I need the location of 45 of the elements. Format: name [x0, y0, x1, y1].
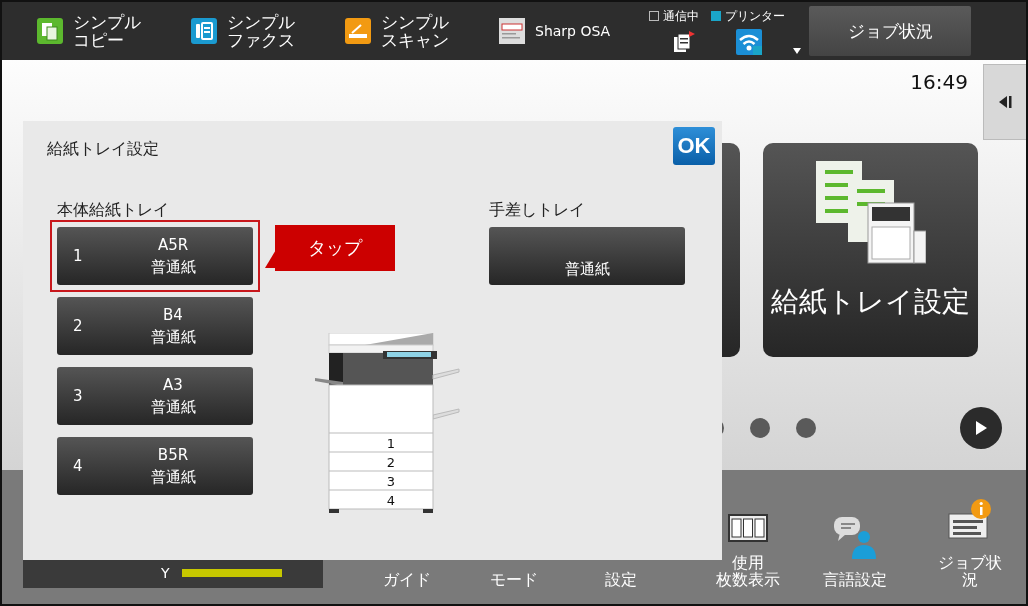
dialog-title: 給紙トレイ設定	[47, 139, 159, 160]
tray-button[interactable]: 3 A3 普通紙	[57, 367, 253, 425]
clock: 16:49	[910, 70, 968, 94]
tray-settings-tile[interactable]: 給紙トレイ設定	[763, 143, 978, 357]
bypass-tray-button[interactable]: 普通紙	[489, 227, 685, 285]
scanner-icon	[345, 18, 371, 44]
caret-icon[interactable]	[793, 48, 801, 54]
section-heading: 本体給紙トレイ	[57, 200, 170, 221]
tray-number: 3	[385, 473, 397, 491]
tray-number: 4	[385, 492, 397, 510]
person-speech-icon	[831, 515, 878, 559]
tap-callout: タップ	[275, 225, 395, 271]
tile-label: 給紙トレイ設定	[771, 284, 970, 320]
shortcut-button[interactable]: ジョブ状 況	[916, 488, 1023, 588]
tray-button[interactable]: 2 B4 普通紙	[57, 297, 253, 355]
app-label[interactable]: シンプル スキャン	[381, 13, 449, 49]
wifi-icon	[736, 28, 762, 55]
counter-icon	[727, 514, 768, 542]
section-heading: 手差しトレイ	[489, 200, 586, 221]
toner-label: Y	[161, 565, 170, 581]
tray-number: 1	[385, 435, 397, 453]
tray-button[interactable]: 1 A5R 普通紙	[57, 227, 253, 285]
tray-number: 2	[385, 454, 397, 472]
app-label[interactable]: シンプル ファクス	[227, 13, 295, 49]
play-arrow-icon	[975, 421, 987, 435]
job-list-icon	[946, 498, 993, 542]
collapse-arrow-icon	[998, 95, 1012, 109]
job-status-button[interactable]: ジョブ状況	[809, 6, 971, 56]
copy-icon	[37, 18, 63, 44]
app-label[interactable]: シンプル コピー	[73, 13, 141, 49]
status-label: 通信中	[663, 7, 699, 25]
next-page-button[interactable]	[960, 407, 1002, 449]
status-label: プリンター	[725, 7, 785, 25]
shortcut-button[interactable]: 言語設定	[801, 488, 908, 588]
page-dot[interactable]	[750, 418, 770, 438]
tray-button[interactable]: 4 B5R 普通紙	[57, 437, 253, 495]
documents-printer-icon	[815, 161, 926, 265]
side-panel-tab[interactable]	[983, 64, 1026, 140]
ok-button[interactable]: OK	[673, 127, 715, 165]
shortcut-button[interactable]: 使用 枚数表示	[674, 488, 801, 588]
document-stack-icon	[672, 30, 696, 53]
osa-icon	[499, 18, 525, 44]
page-dot[interactable]	[796, 418, 816, 438]
fax-icon	[191, 18, 217, 44]
app-label[interactable]: Sharp OSA	[535, 22, 611, 40]
